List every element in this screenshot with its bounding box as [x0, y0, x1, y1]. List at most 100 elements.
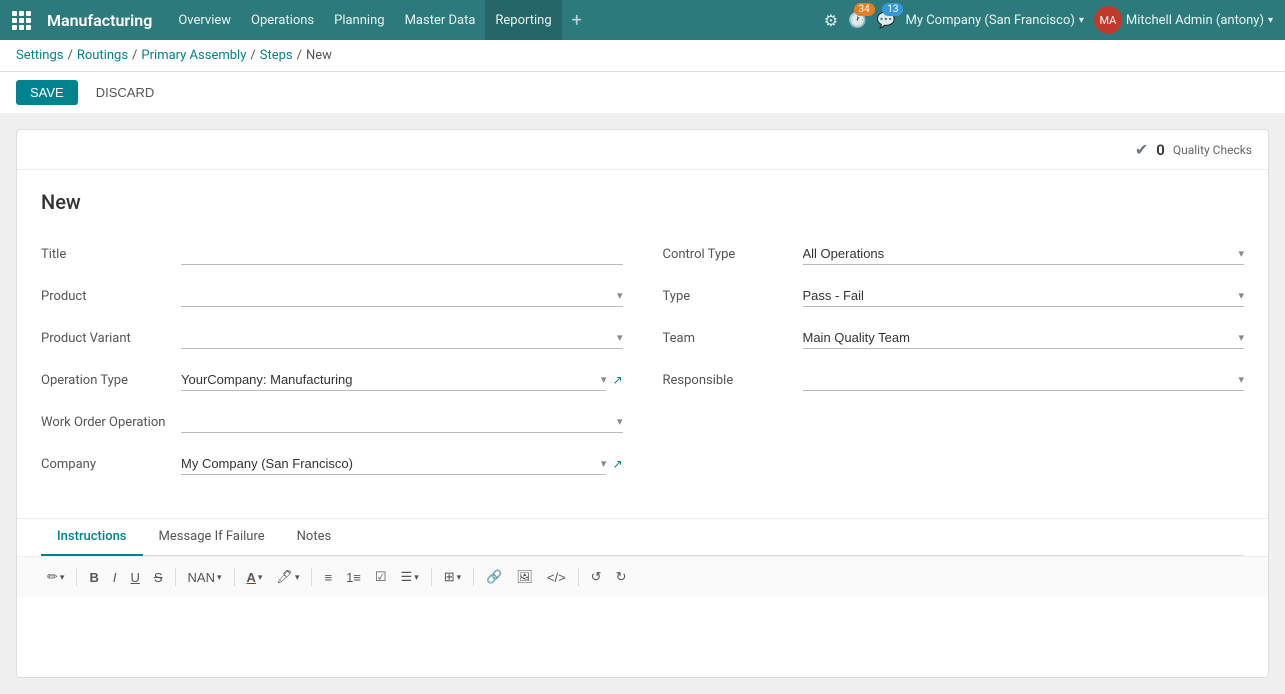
product-select[interactable]	[181, 285, 617, 306]
work-order-operation-select[interactable]	[181, 411, 617, 432]
unordered-list-icon: ≡	[324, 570, 332, 585]
breadcrumb-sep-3: /	[250, 48, 255, 63]
editor-underline-button[interactable]: U	[124, 566, 145, 589]
nav-add[interactable]: +	[562, 0, 592, 40]
team-row: Team Main Quality Team ▾	[663, 322, 1245, 354]
quality-checks-button[interactable]: ✔ 0 Quality Checks	[1135, 140, 1252, 159]
type-row: Type Pass - Fail ▾	[663, 280, 1245, 312]
editor-image-button[interactable]: 🖼	[510, 565, 539, 589]
pen-dropdown-arrow: ▾	[60, 572, 65, 583]
quality-checks-label: Quality Checks	[1173, 143, 1252, 157]
product-variant-field: ▾	[181, 327, 623, 349]
form-grid: Title Product ▾	[41, 238, 1244, 490]
company-external-link-icon[interactable]: ↗	[612, 457, 622, 471]
product-variant-label: Product Variant	[41, 331, 181, 346]
nav-operations[interactable]: Operations	[241, 0, 324, 40]
responsible-field: ▾	[803, 369, 1245, 391]
team-field: Main Quality Team ▾	[803, 327, 1245, 349]
save-button[interactable]: SAVE	[16, 80, 78, 105]
editor-ordered-list-button[interactable]: 1≡	[340, 566, 367, 589]
team-select[interactable]: Main Quality Team	[803, 327, 1239, 348]
breadcrumb-primary-assembly[interactable]: Primary Assembly	[141, 48, 246, 63]
editor-link-button[interactable]: 🔗	[480, 565, 508, 589]
breadcrumb-routings[interactable]: Routings	[77, 48, 128, 63]
nan-label: NAN	[188, 570, 215, 585]
company-selector[interactable]: My Company (San Francisco) ▾	[905, 13, 1083, 28]
tab-instructions[interactable]: Instructions	[41, 519, 143, 556]
breadcrumb-steps[interactable]: Steps	[260, 48, 293, 63]
editor-sep-4	[311, 568, 312, 586]
work-order-operation-row: Work Order Operation ▾	[41, 406, 623, 438]
responsible-row: Responsible ▾	[663, 364, 1245, 396]
apps-menu-button[interactable]	[12, 11, 31, 30]
control-type-label: Control Type	[663, 247, 803, 262]
app-title: Manufacturing	[47, 11, 152, 30]
undo-icon: ↺	[591, 569, 602, 585]
form-right-column: Control Type All Operations ▾ Type	[663, 238, 1245, 490]
nav-overview[interactable]: Overview	[168, 0, 241, 40]
editor-content-area[interactable]	[17, 597, 1268, 677]
operation-type-external-link-icon[interactable]: ↗	[612, 373, 622, 387]
breadcrumb-sep-4: /	[297, 48, 302, 63]
tab-message-if-failure[interactable]: Message If Failure	[143, 519, 281, 556]
operation-type-arrow-icon: ▾	[601, 373, 607, 386]
title-row: Title	[41, 238, 623, 270]
type-arrow-icon: ▾	[1238, 289, 1244, 302]
activity-notification-wrap[interactable]: 🕐 34	[848, 11, 867, 29]
product-variant-row: Product Variant ▾	[41, 322, 623, 354]
company-select[interactable]: My Company (San Francisco)	[181, 453, 601, 474]
type-select[interactable]: Pass - Fail	[803, 285, 1239, 306]
operation-type-select[interactable]: YourCompany: Manufacturing	[181, 369, 601, 390]
responsible-select[interactable]	[803, 369, 1239, 390]
action-toolbar: SAVE DISCARD	[0, 72, 1285, 113]
editor-pen-button[interactable]: ✏ ▾	[41, 565, 70, 589]
breadcrumb: Settings / Routings / Primary Assembly /…	[0, 40, 1285, 72]
tab-notes[interactable]: Notes	[281, 519, 348, 556]
team-arrow-icon: ▾	[1238, 331, 1244, 344]
editor-italic-button[interactable]: I	[107, 566, 123, 589]
user-name: Mitchell Admin (antony)	[1126, 13, 1264, 28]
type-label: Type	[663, 289, 803, 304]
editor-table-button[interactable]: ⊞ ▾	[438, 565, 467, 589]
font-color-arrow-icon: ▾	[258, 572, 263, 583]
form-body: New Title Product	[17, 170, 1268, 510]
settings-icon-wrap[interactable]: ⚙	[824, 11, 838, 30]
code-icon: </>	[547, 570, 566, 585]
editor-nan-dropdown[interactable]: NAN ▾	[182, 566, 228, 589]
breadcrumb-settings[interactable]: Settings	[16, 48, 63, 63]
nav-reporting[interactable]: Reporting	[485, 0, 561, 40]
user-menu[interactable]: MA Mitchell Admin (antony) ▾	[1094, 6, 1273, 34]
user-avatar: MA	[1094, 6, 1122, 34]
editor-sep-3	[234, 568, 235, 586]
editor-undo-button[interactable]: ↺	[585, 565, 608, 589]
editor-redo-button[interactable]: ↻	[610, 565, 633, 589]
nav-planning[interactable]: Planning	[324, 0, 394, 40]
editor-strikethrough-button[interactable]: S	[148, 566, 169, 589]
company-chevron-icon: ▾	[1079, 15, 1084, 26]
pen-icon: ✏	[47, 569, 58, 585]
company-field: My Company (San Francisco) ▾ ↗	[181, 453, 623, 475]
main-menu: Overview Operations Planning Master Data…	[168, 0, 592, 40]
align-icon: ☰	[401, 569, 413, 585]
editor-code-button[interactable]: </>	[541, 566, 572, 589]
editor-checklist-button[interactable]: ☑	[369, 565, 393, 589]
company-arrow-icon: ▾	[601, 457, 607, 470]
editor-highlight-button[interactable]: 🖊 ▾	[270, 565, 305, 589]
product-variant-select[interactable]	[181, 327, 617, 348]
title-input[interactable]	[181, 243, 623, 265]
editor-bold-button[interactable]: B	[83, 566, 104, 589]
table-arrow-icon: ▾	[457, 572, 462, 583]
editor-unordered-list-button[interactable]: ≡	[318, 566, 338, 589]
discard-button[interactable]: DISCARD	[86, 80, 165, 105]
checkmark-icon: ✔	[1135, 140, 1148, 159]
message-badge: 13	[882, 3, 903, 16]
nav-masterdata[interactable]: Master Data	[395, 0, 486, 40]
editor-align-button[interactable]: ☰ ▾	[395, 565, 425, 589]
editor-font-color-button[interactable]: A ▾	[241, 566, 269, 589]
message-notification-wrap[interactable]: 💬 13	[877, 11, 896, 29]
main-content: ✔ 0 Quality Checks New Title P	[0, 113, 1285, 694]
user-chevron-icon: ▾	[1268, 15, 1273, 26]
company-label: Company	[41, 457, 181, 472]
control-type-select[interactable]: All Operations	[803, 243, 1239, 264]
quality-checks-count: 0	[1156, 141, 1165, 159]
